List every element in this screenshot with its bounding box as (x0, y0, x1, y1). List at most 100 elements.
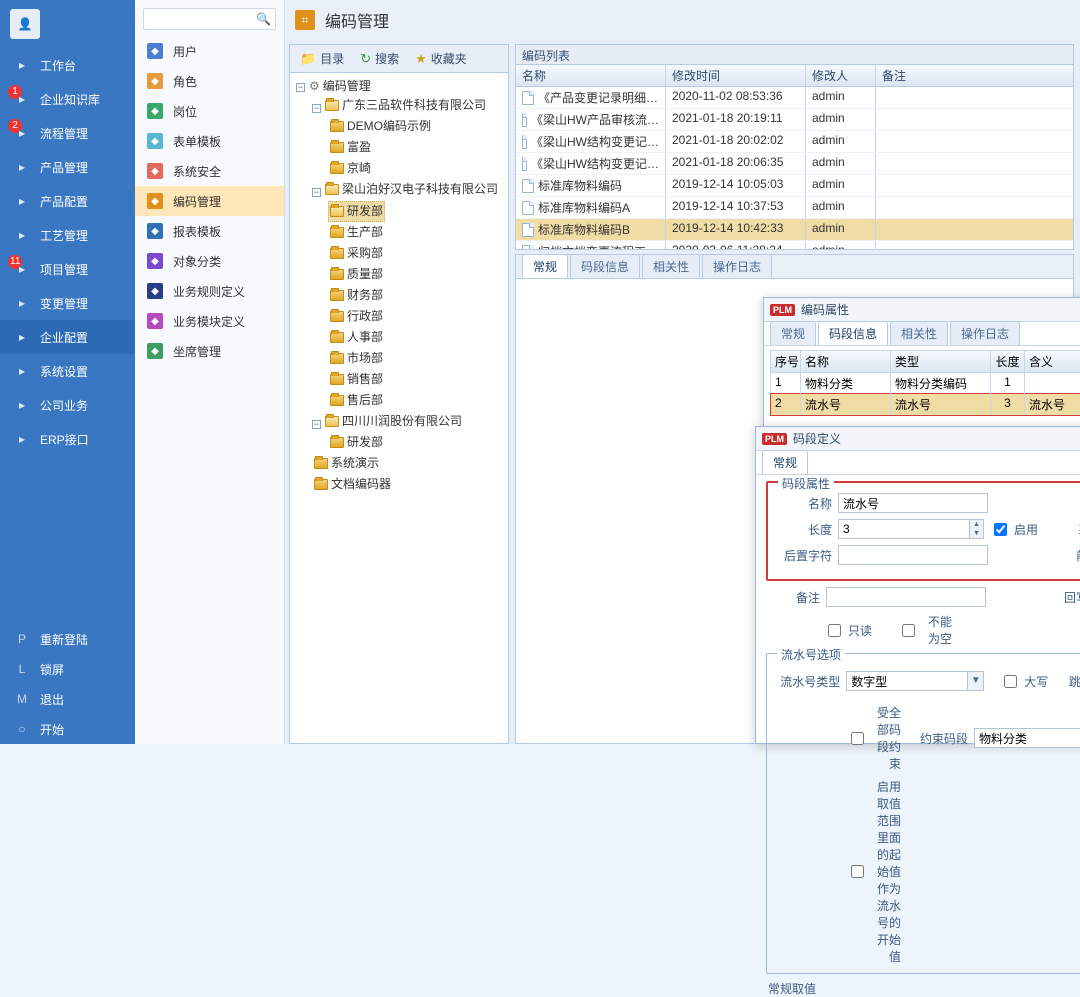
dropdown-icon[interactable]: ▼ (967, 672, 983, 690)
start-value-checkbox[interactable]: 启用取值范围里面的起始值作为流水号的开始值 (847, 778, 901, 965)
col-editor[interactable]: 修改人 (806, 65, 876, 86)
tree-node[interactable]: 行政部 (328, 307, 385, 326)
tree-root[interactable]: ⚙ 编码管理 (307, 77, 373, 96)
nav-item-11[interactable]: ▸ERP接口 (0, 422, 135, 456)
sn-type-value[interactable] (847, 672, 967, 690)
table-row[interactable]: 标准库物料编码2019-12-14 10:05:03admin (516, 175, 1073, 197)
tree-node[interactable]: 销售部 (328, 370, 385, 389)
full-constraint-checkbox[interactable]: 受全部码段约束 (847, 704, 901, 772)
avatar[interactable]: 👤 (10, 9, 40, 39)
tree-node[interactable]: 四川川润股份有限公司 (323, 412, 464, 431)
seg-row[interactable]: 2流水号流水号3流水号00 (770, 393, 1080, 416)
submenu-item-8[interactable]: ◆业务规则定义 (135, 276, 284, 306)
tree-node[interactable]: 系统演示 (312, 454, 381, 473)
nav-item-10[interactable]: ▸公司业务 (0, 388, 135, 422)
table-row[interactable]: 《梁山HW结构变更记…2021-01-18 20:06:35admin (516, 153, 1073, 175)
tree-node[interactable]: 质量部 (328, 265, 385, 284)
nav-bottom-2[interactable]: M退出 (0, 684, 135, 714)
uppercase-check[interactable] (1004, 675, 1017, 688)
w1tab-segment[interactable]: 码段信息 (818, 321, 888, 345)
seg-col-name[interactable]: 名称 (801, 351, 891, 372)
nav-item-0[interactable]: ▸工作台 (0, 48, 135, 82)
nav-item-6[interactable]: 11▸项目管理 (0, 252, 135, 286)
suffix-input[interactable] (838, 545, 988, 565)
table-row[interactable]: 归档文档变更流程工…2020-03-06 11:28:24admin (516, 241, 1073, 249)
sn-type-combo[interactable]: ▼ (846, 671, 984, 691)
notempty-check[interactable] (902, 624, 915, 637)
start-value-check[interactable] (851, 865, 864, 878)
table-row[interactable]: 《产品变更记录明细…2020-11-02 08:53:36admin (516, 87, 1073, 109)
seg-row[interactable]: 1物料分类物料分类编码1 (771, 373, 1080, 394)
tree-node[interactable]: 文档编码器 (312, 475, 393, 494)
nav-item-8[interactable]: ▸企业配置 (0, 320, 135, 354)
submenu-item-2[interactable]: ◆岗位 (135, 96, 284, 126)
col-mtime[interactable]: 修改时间 (666, 65, 806, 86)
nav-item-3[interactable]: ▸产品管理 (0, 150, 135, 184)
submenu-item-10[interactable]: ◆坐席管理 (135, 336, 284, 366)
tree-node[interactable]: 采购部 (328, 244, 385, 263)
segment-grid[interactable]: 序号 名称 类型 长度 含义 取 1物料分类物料分类编码12流水号流水号3流水号… (770, 350, 1080, 416)
submenu-item-1[interactable]: ◆角色 (135, 66, 284, 96)
submenu-item-9[interactable]: ◆业务模块定义 (135, 306, 284, 336)
win1-titlebar[interactable]: PLM 编码属性 — □ ✕ (764, 298, 1080, 322)
spin-down-icon[interactable]: ▼ (970, 529, 983, 538)
submenu-item-6[interactable]: ◆报表模板 (135, 216, 284, 246)
table-row[interactable]: 标准库物料编码A2019-12-14 10:37:53admin (516, 197, 1073, 219)
nav-item-2[interactable]: 2▸流程管理 (0, 116, 135, 150)
bind-value[interactable] (975, 729, 1080, 747)
dtab-general[interactable]: 常规 (522, 254, 568, 278)
enable-checkbox[interactable]: 启用 (990, 520, 1044, 539)
win2-titlebar[interactable]: PLM 码段定义 □ ✕ (756, 427, 1080, 451)
tree-node[interactable]: 人事部 (328, 328, 385, 347)
bind-combo[interactable]: ▼ (974, 728, 1080, 748)
tree-node[interactable]: 广东三品软件科技有限公司 (323, 96, 488, 115)
remark-input[interactable] (826, 587, 986, 607)
submenu-item-4[interactable]: ◆系统安全 (135, 156, 284, 186)
table-row[interactable]: 《梁山HW产品审核流…2021-01-18 20:19:11admin (516, 109, 1073, 131)
enable-check[interactable] (994, 523, 1007, 536)
readonly-check[interactable] (828, 624, 841, 637)
w1tab-general[interactable]: 常规 (770, 321, 816, 345)
tree-node[interactable]: 京崎 (328, 159, 373, 178)
readonly-checkbox[interactable]: 只读 (824, 621, 878, 640)
seg-col-idx[interactable]: 序号 (771, 351, 801, 372)
submenu-item-7[interactable]: ◆对象分类 (135, 246, 284, 276)
tree-node[interactable]: 梁山泊好汉电子科技有限公司 (323, 180, 500, 199)
full-constraint-check[interactable] (851, 732, 864, 745)
expand-icon[interactable]: − (312, 104, 321, 113)
tree-node[interactable]: 富盈 (328, 138, 373, 157)
tree-node[interactable]: 财务部 (328, 286, 385, 305)
length-input[interactable] (839, 520, 969, 538)
expand-icon[interactable]: − (296, 83, 305, 92)
notempty-checkbox[interactable]: 不能为空 (898, 613, 952, 647)
w2tab-general[interactable]: 常规 (762, 450, 808, 474)
seg-col-len[interactable]: 长度 (991, 351, 1025, 372)
tree-node[interactable]: DEMO编码示例 (328, 117, 433, 136)
nav-item-9[interactable]: ▸系统设置 (0, 354, 135, 388)
submenu-item-3[interactable]: ◆表单模板 (135, 126, 284, 156)
tree-node[interactable]: 研发部 (328, 433, 385, 452)
name-input[interactable] (838, 493, 988, 513)
tree-node[interactable]: 生产部 (328, 223, 385, 242)
expand-icon[interactable]: − (312, 188, 321, 197)
submenu-item-0[interactable]: ◆用户 (135, 36, 284, 66)
length-spinner[interactable]: ▲▼ (838, 519, 984, 539)
seg-col-type[interactable]: 类型 (891, 351, 991, 372)
table-row[interactable]: 《梁山HW结构变更记…2021-01-18 20:02:02admin (516, 131, 1073, 153)
tree-node[interactable]: 售后部 (328, 391, 385, 410)
uppercase-checkbox[interactable]: 大写 (1000, 672, 1052, 691)
nav-bottom-0[interactable]: P重新登陆 (0, 624, 135, 654)
nav-bottom-1[interactable]: L锁屏 (0, 654, 135, 684)
tree-node[interactable]: 市场部 (328, 349, 385, 368)
expand-icon[interactable]: − (312, 420, 321, 429)
tab-favorite[interactable]: ★收藏夹 (409, 48, 473, 69)
table-row[interactable]: 标准库物料编码B2019-12-14 10:42:33admin (516, 219, 1073, 241)
seg-col-mean[interactable]: 含义 (1025, 351, 1080, 372)
col-name[interactable]: 名称 (516, 65, 666, 86)
submenu-item-5[interactable]: ◆编码管理 (135, 186, 284, 216)
nav-item-5[interactable]: ▸工艺管理 (0, 218, 135, 252)
spin-up-icon[interactable]: ▲ (970, 520, 983, 529)
nav-bottom-3[interactable]: ○开始 (0, 714, 135, 744)
w1tab-log[interactable]: 操作日志 (950, 321, 1020, 345)
code-grid[interactable]: 名称 修改时间 修改人 备注 《产品变更记录明细…2020-11-02 08:5… (516, 65, 1073, 249)
